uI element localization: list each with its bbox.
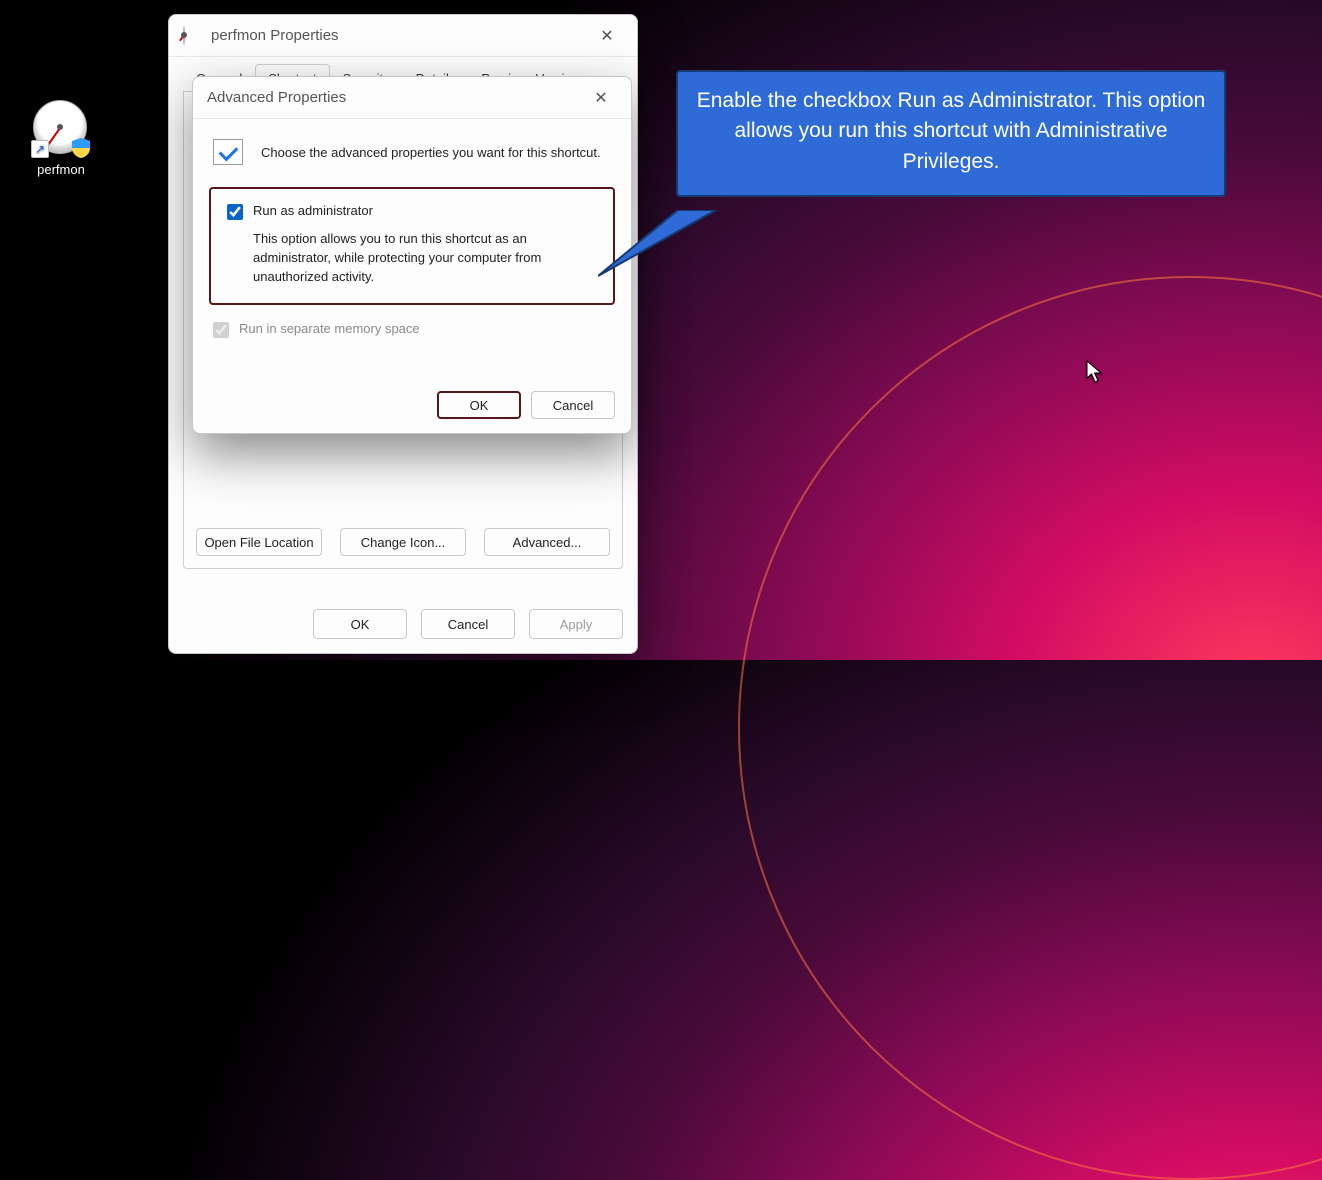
- run-as-admin-description: This option allows you to run this short…: [253, 230, 597, 287]
- properties-ok-button[interactable]: OK: [313, 609, 407, 639]
- properties-cancel-button[interactable]: Cancel: [421, 609, 515, 639]
- run-as-admin-label: Run as administrator: [253, 203, 373, 218]
- checkmark-decor-icon: [213, 139, 243, 165]
- advanced-title: Advanced Properties: [207, 89, 346, 106]
- separate-memory-label: Run in separate memory space: [239, 321, 420, 336]
- advanced-properties-dialog: Advanced Properties ✕ Choose the advance…: [192, 76, 632, 434]
- change-icon-button[interactable]: Change Icon...: [340, 528, 466, 556]
- run-as-admin-group: Run as administrator This option allows …: [209, 187, 615, 305]
- properties-title: perfmon Properties: [211, 27, 339, 44]
- run-as-admin-checkbox[interactable]: [227, 204, 243, 220]
- shortcut-overlay-icon: ↗: [31, 140, 49, 158]
- advanced-titlebar[interactable]: Advanced Properties ✕: [193, 77, 631, 119]
- properties-apply-button: Apply: [529, 609, 623, 639]
- desktop-shortcut-label: perfmon: [22, 162, 100, 177]
- advanced-close-button[interactable]: ✕: [581, 83, 621, 113]
- desktop-shortcut-perfmon[interactable]: ↗ perfmon: [22, 100, 100, 177]
- advanced-intro-text: Choose the advanced properties you want …: [261, 145, 601, 160]
- run-as-admin-checkbox-row[interactable]: Run as administrator: [227, 203, 597, 220]
- annotation-text: Enable the checkbox Run as Administrator…: [676, 70, 1226, 197]
- properties-close-button[interactable]: ✕: [587, 21, 627, 51]
- perfmon-title-icon: [183, 27, 201, 45]
- advanced-cancel-button[interactable]: Cancel: [531, 391, 615, 419]
- mouse-cursor-icon: [1086, 360, 1104, 384]
- separate-memory-checkbox-row: Run in separate memory space: [213, 321, 613, 338]
- separate-memory-checkbox: [213, 322, 229, 338]
- annotation-callout: Enable the checkbox Run as Administrator…: [676, 70, 1226, 197]
- advanced-button[interactable]: Advanced...: [484, 528, 610, 556]
- properties-titlebar[interactable]: perfmon Properties ✕: [169, 15, 637, 57]
- perfmon-icon: ↗: [33, 100, 89, 156]
- open-file-location-button[interactable]: Open File Location: [196, 528, 322, 556]
- advanced-ok-button[interactable]: OK: [437, 391, 521, 419]
- uac-shield-icon: [69, 136, 93, 160]
